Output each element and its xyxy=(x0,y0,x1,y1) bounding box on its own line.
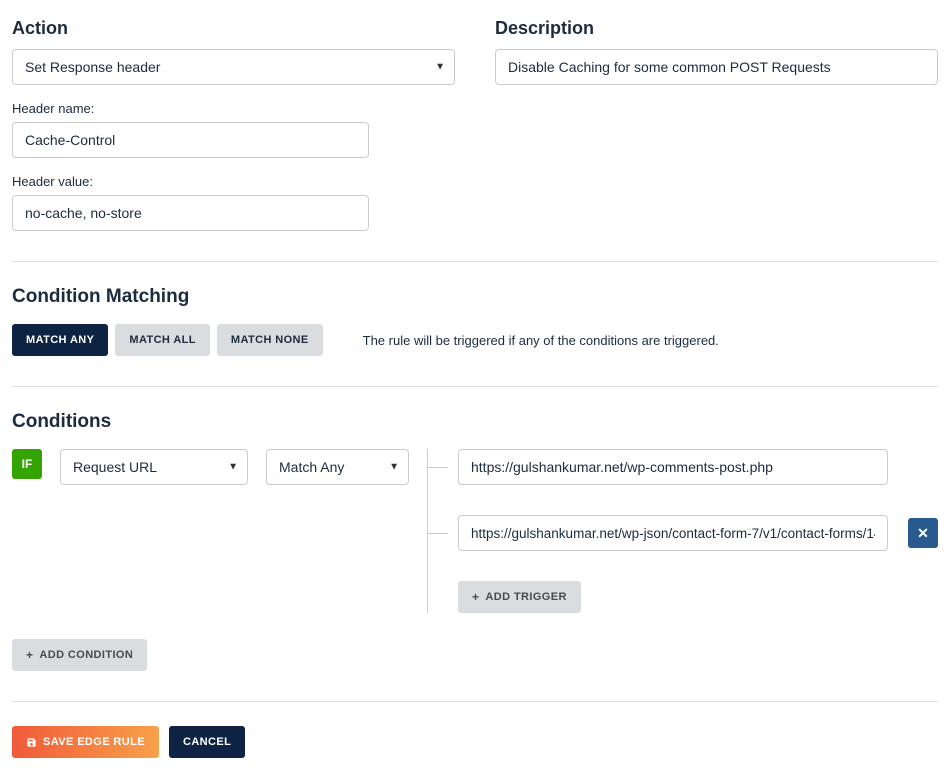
add-trigger-label: ADD TRIGGER xyxy=(485,591,566,603)
cancel-label: CANCEL xyxy=(183,736,231,748)
triggers-column: ✕ + ADD TRIGGER xyxy=(427,449,938,613)
conditions-heading: Conditions xyxy=(12,411,938,433)
action-select-wrap[interactable]: ▼ xyxy=(12,49,455,85)
add-condition-label: ADD CONDITION xyxy=(39,649,133,661)
condition-matching-row: MATCH ANY MATCH ALL MATCH NONE The rule … xyxy=(12,324,938,356)
add-trigger-button[interactable]: + ADD TRIGGER xyxy=(458,581,581,613)
divider xyxy=(12,701,938,702)
description-col: Description xyxy=(495,12,938,231)
description-input[interactable] xyxy=(495,49,938,85)
trigger-input[interactable] xyxy=(458,515,888,551)
plus-icon: + xyxy=(26,648,33,662)
remove-trigger-button[interactable]: ✕ xyxy=(908,518,938,548)
match-description: The rule will be triggered if any of the… xyxy=(363,333,938,348)
condition-matching-heading: Condition Matching xyxy=(12,286,938,308)
save-button[interactable]: SAVE EDGE RULE xyxy=(12,726,159,758)
action-col: Action ▼ Header name: Header value: xyxy=(12,12,455,231)
close-icon: ✕ xyxy=(917,525,929,541)
action-select[interactable] xyxy=(12,49,455,85)
condition-op-select-wrap[interactable]: ▼ xyxy=(266,449,409,485)
header-name-input[interactable] xyxy=(12,122,369,158)
match-none-button[interactable]: MATCH NONE xyxy=(217,324,323,356)
plus-icon: + xyxy=(472,590,479,604)
match-segmented: MATCH ANY MATCH ALL MATCH NONE xyxy=(12,324,323,356)
trigger-input[interactable] xyxy=(458,449,888,485)
match-all-button[interactable]: MATCH ALL xyxy=(115,324,210,356)
divider xyxy=(12,261,938,262)
condition-row: IF ▼ ▼ ✕ + ADD TRIGGER xyxy=(12,449,938,613)
header-value-label: Header value: xyxy=(12,174,455,189)
divider xyxy=(12,386,938,387)
header-name-label: Header name: xyxy=(12,101,455,116)
description-heading: Description xyxy=(495,18,938,39)
add-condition-button[interactable]: + ADD CONDITION xyxy=(12,639,147,671)
trigger-row: ✕ xyxy=(428,515,938,551)
condition-field-select[interactable] xyxy=(60,449,248,485)
header-value-input[interactable] xyxy=(12,195,369,231)
save-label: SAVE EDGE RULE xyxy=(43,736,145,748)
if-badge: IF xyxy=(12,449,42,479)
condition-op-select[interactable] xyxy=(266,449,409,485)
footer-actions: SAVE EDGE RULE CANCEL xyxy=(12,726,938,758)
condition-field-select-wrap[interactable]: ▼ xyxy=(60,449,248,485)
condition-selects: ▼ ▼ xyxy=(60,449,409,485)
cancel-button[interactable]: CANCEL xyxy=(169,726,245,758)
action-heading: Action xyxy=(12,18,455,39)
action-description-row: Action ▼ Header name: Header value: Desc… xyxy=(12,12,938,231)
match-any-button[interactable]: MATCH ANY xyxy=(12,324,108,356)
save-icon xyxy=(26,737,37,748)
trigger-row xyxy=(428,449,938,485)
